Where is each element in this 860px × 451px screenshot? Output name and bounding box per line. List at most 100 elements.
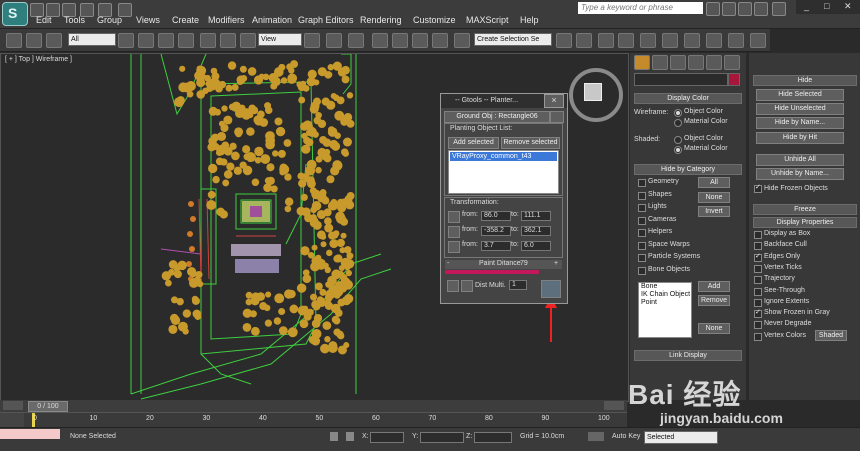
schematic-view-icon[interactable] bbox=[662, 33, 678, 48]
time-slider[interactable]: 0 / 100 bbox=[0, 400, 627, 412]
dialog-close-button[interactable]: × bbox=[544, 94, 564, 108]
menu-item-rendering[interactable]: Rendering bbox=[360, 15, 402, 25]
time-slider-prev[interactable] bbox=[3, 401, 23, 410]
hide-button-hide-by-hit[interactable]: Hide by Hit bbox=[756, 132, 844, 144]
display-tab-icon[interactable] bbox=[706, 55, 722, 70]
paint-distance-bar[interactable]: - Paint Ditance 79 + bbox=[445, 260, 562, 269]
mirror-icon[interactable] bbox=[556, 33, 572, 48]
select-object-icon[interactable] bbox=[118, 33, 134, 48]
edit-named-selection-icon[interactable] bbox=[454, 33, 470, 48]
freeze-rollout[interactable]: Freeze bbox=[753, 204, 857, 215]
maximize-icon[interactable]: □ bbox=[824, 1, 829, 11]
align-icon[interactable] bbox=[576, 33, 592, 48]
dialog-titlebar[interactable]: -- Gtools -- Planter... × bbox=[441, 94, 567, 108]
menu-item-customize[interactable]: Customize bbox=[413, 15, 456, 25]
display-color-rollout[interactable]: Display Color bbox=[634, 93, 742, 104]
category-checkbox[interactable] bbox=[638, 191, 646, 200]
track-bar-icon[interactable] bbox=[0, 413, 24, 427]
to-field[interactable]: 6.0 bbox=[521, 241, 551, 251]
menu-item-animation[interactable]: Animation bbox=[252, 15, 292, 25]
invert-button[interactable]: Invert bbox=[698, 206, 730, 217]
hide-rollout[interactable]: Hide bbox=[753, 75, 857, 86]
subscription-icon[interactable] bbox=[722, 2, 736, 16]
lock-icon[interactable] bbox=[330, 432, 338, 441]
category-checkbox[interactable] bbox=[638, 179, 646, 187]
hide-button-hide-unselected[interactable]: Hide Unselected bbox=[756, 103, 844, 115]
hide-button-hide-by-name-[interactable]: Hide by Name... bbox=[756, 117, 844, 129]
display-prop-checkbox[interactable] bbox=[754, 287, 762, 296]
viewcube-face[interactable] bbox=[584, 83, 602, 101]
add-button[interactable]: Add bbox=[698, 281, 730, 292]
time-slider-next[interactable] bbox=[604, 401, 624, 410]
percent-snap-icon[interactable] bbox=[412, 33, 428, 48]
paint-icon[interactable] bbox=[447, 280, 459, 292]
menu-item-group[interactable]: Group bbox=[97, 15, 122, 25]
shaded-material-color-radio[interactable] bbox=[674, 146, 682, 154]
track-bar[interactable]: 0 10 20 30 40 50 60 70 80 90 100 bbox=[0, 412, 627, 427]
hide-button-unhide-by-name-[interactable]: Unhide by Name... bbox=[756, 168, 844, 180]
frame-indicator[interactable]: 0 / 100 bbox=[28, 401, 68, 412]
wire-material-color-radio[interactable] bbox=[674, 119, 682, 127]
display-prop-checkbox[interactable] bbox=[754, 332, 762, 341]
menu-item-modifiers[interactable]: Modifiers bbox=[208, 15, 245, 25]
angle-snap-icon[interactable] bbox=[392, 33, 408, 48]
display-prop-checkbox[interactable] bbox=[754, 242, 762, 251]
plus-button[interactable]: + bbox=[554, 260, 558, 267]
snap-icon[interactable] bbox=[372, 33, 388, 48]
start-painting-button[interactable] bbox=[541, 280, 561, 298]
scale-icon[interactable] bbox=[240, 33, 256, 48]
transform-row-icon[interactable] bbox=[448, 241, 460, 253]
menu-item-edit[interactable]: Edit bbox=[36, 15, 52, 25]
selection-filter-dropdown[interactable]: All bbox=[68, 33, 116, 46]
link-icon[interactable] bbox=[6, 33, 22, 48]
from-field[interactable]: 3.7 bbox=[481, 241, 511, 251]
to-field[interactable]: 362.1 bbox=[521, 226, 551, 236]
auto-key-button[interactable]: Auto Key bbox=[612, 433, 640, 440]
x-field[interactable] bbox=[370, 432, 404, 443]
category-checkbox[interactable] bbox=[638, 241, 646, 250]
maxscript-listener[interactable] bbox=[0, 429, 60, 439]
category-list-item[interactable]: Bone bbox=[639, 283, 691, 291]
list-item[interactable]: VRayProxy_common_t43 bbox=[450, 152, 557, 161]
create-tab-icon[interactable] bbox=[634, 55, 650, 70]
category-list[interactable]: Bone IK Chain Object Point bbox=[638, 282, 692, 338]
menu-item-tools[interactable]: Tools bbox=[64, 15, 85, 25]
graphite-ribbon-icon[interactable] bbox=[618, 33, 634, 48]
hide-button-unhide-all[interactable]: Unhide All bbox=[756, 154, 844, 166]
link-display-rollout[interactable]: Link Display bbox=[634, 350, 742, 361]
category-checkbox[interactable] bbox=[638, 266, 646, 275]
menu-item-graph-editors[interactable]: Graph Editors bbox=[298, 15, 354, 25]
display-prop-checkbox[interactable] bbox=[754, 308, 762, 319]
minimize-icon[interactable]: _ bbox=[804, 1, 809, 11]
shaded-object-color-radio[interactable] bbox=[674, 136, 682, 144]
render-setup-icon[interactable] bbox=[706, 33, 722, 48]
category-list-item[interactable]: Point bbox=[639, 299, 691, 307]
help-icon[interactable] bbox=[772, 2, 786, 16]
modify-tab-icon[interactable] bbox=[652, 55, 668, 70]
paint-distance-slider[interactable] bbox=[445, 270, 539, 274]
ref-coord-dropdown[interactable]: View bbox=[258, 33, 302, 46]
pivot-center-icon[interactable] bbox=[304, 33, 320, 48]
from-field[interactable]: -358.2 bbox=[481, 226, 511, 236]
from-field[interactable]: 86.0 bbox=[481, 211, 511, 221]
rect-region-icon[interactable] bbox=[158, 33, 174, 48]
menu-item-create[interactable]: Create bbox=[172, 15, 199, 25]
display-prop-checkbox[interactable] bbox=[754, 231, 762, 239]
y-field[interactable] bbox=[420, 432, 464, 443]
wire-object-color-radio[interactable] bbox=[674, 109, 682, 117]
display-prop-checkbox[interactable] bbox=[754, 276, 762, 285]
transform-row-icon[interactable] bbox=[448, 226, 460, 238]
dist-mult-field[interactable]: 1 bbox=[509, 280, 527, 290]
category-checkbox[interactable] bbox=[638, 254, 646, 262]
close-icon[interactable]: ✕ bbox=[844, 1, 852, 12]
curve-editor-icon[interactable] bbox=[640, 33, 656, 48]
planting-object-list[interactable]: VRayProxy_common_t43 bbox=[448, 150, 559, 194]
favorites-icon[interactable] bbox=[754, 2, 768, 16]
hide-button-hide-selected[interactable]: Hide Selected bbox=[756, 89, 844, 101]
shaded-button[interactable]: Shaded bbox=[815, 330, 847, 341]
communication-icon[interactable] bbox=[738, 2, 752, 16]
rendered-frame-icon[interactable] bbox=[728, 33, 744, 48]
category-list-item[interactable]: IK Chain Object bbox=[639, 291, 691, 299]
layer-manager-icon[interactable] bbox=[598, 33, 614, 48]
brush-icon[interactable] bbox=[461, 280, 473, 292]
